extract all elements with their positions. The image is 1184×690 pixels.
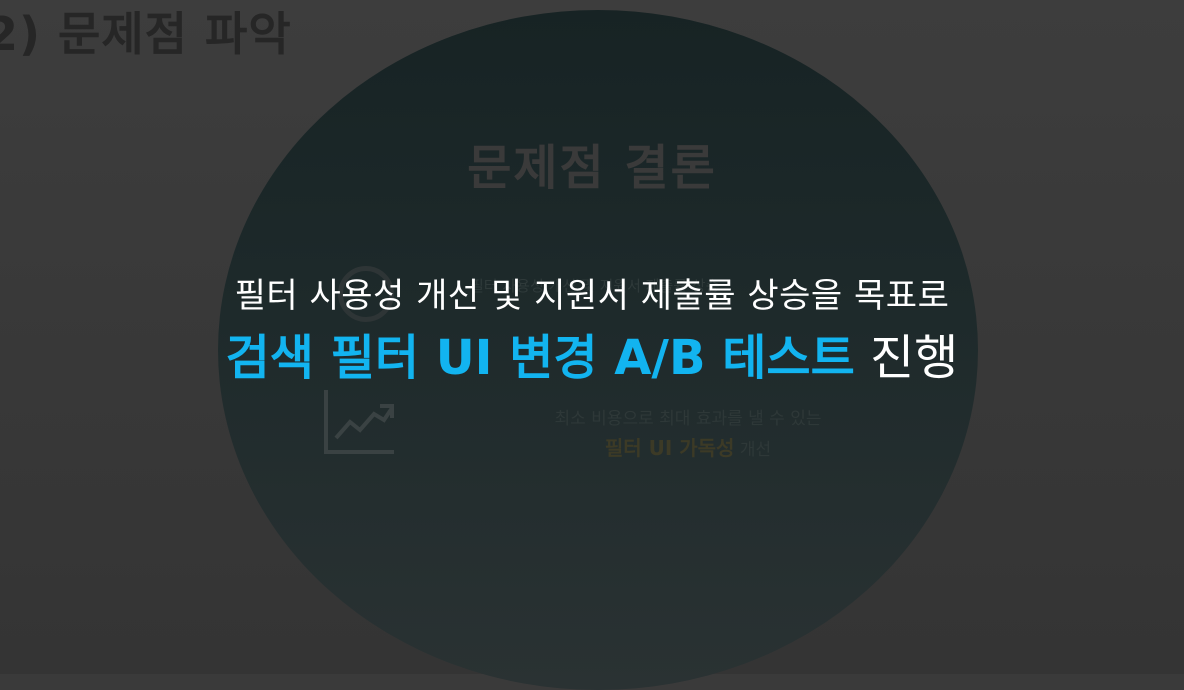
background-line-3-highlight: 필터 UI 가독성 [604,436,735,460]
overlay-subheadline: 검색 필터 UI 변경 A/B 테스트 진행 [0,318,1184,388]
background-line-3: 필터 UI 가독성 개선 [0,432,1184,461]
subheadline-rest: 진행 [870,330,959,386]
background-line-3-rest: 개선 [739,440,772,460]
subheadline-accent: 검색 필터 UI 변경 A/B 테스트 [225,330,855,386]
overlay-headline: 필터 사용성 개선 및 지원서 제출률 상승을 목표로 [234,276,950,316]
background-line-2: 최소 비용으로 최대 효과를 낼 수 있는 [554,409,822,429]
section-heading: 2) 문제점 파악 [0,7,292,61]
background-title: 문제점 결론 [467,140,717,196]
